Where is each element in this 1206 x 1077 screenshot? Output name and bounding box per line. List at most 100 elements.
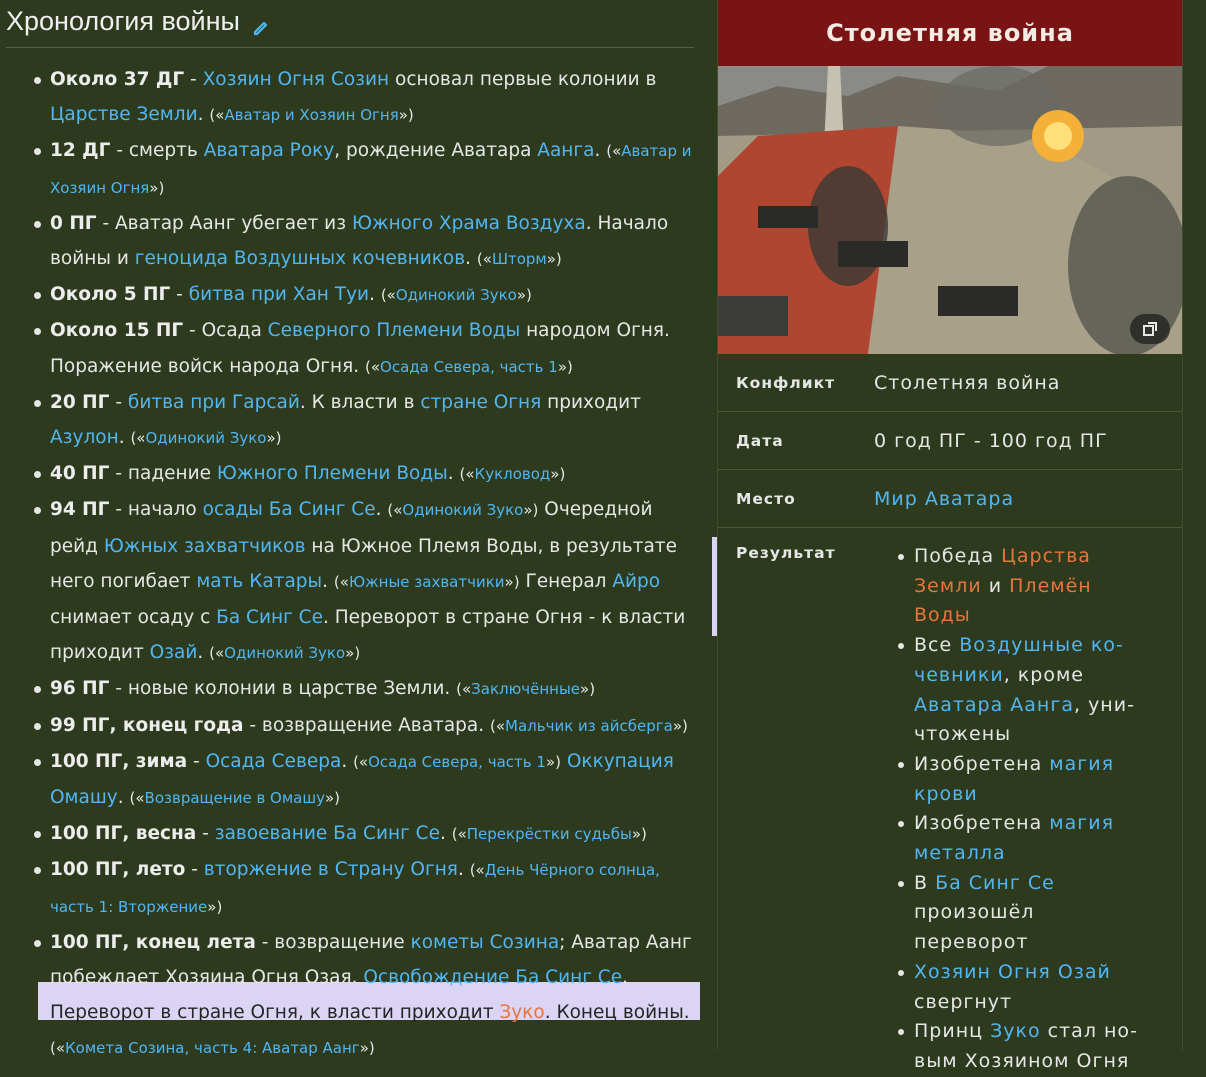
result-link[interactable]: Хозяин Огня Озай [914, 961, 1111, 983]
episode-link[interactable]: Кукловод [475, 465, 551, 483]
episode-link[interactable]: Шторм [492, 250, 547, 268]
timeline-item: 100 ПГ, лето - вторжение в Страну Огня. … [6, 852, 696, 924]
result-item: Принц Зуко стал но­вым Хозяином Огня [896, 1017, 1144, 1076]
article-link[interactable]: Азулон [50, 427, 119, 448]
timeline-date: Около 37 ДГ [50, 69, 185, 90]
timeline-text: - [109, 391, 128, 413]
article-link[interactable]: геноцида Воздушных кочевников [135, 248, 465, 269]
article-link[interactable]: вторжение в Страну Огня [204, 859, 458, 880]
article-link[interactable]: битва при Хан Туи [189, 284, 369, 305]
timeline-text: - возвращение Аватара. [243, 714, 491, 736]
episode-link[interactable]: Одинокий Зуко [145, 429, 266, 447]
timeline-text: . [197, 642, 210, 664]
timeline-item: 100 ПГ, конец лета - возвращение кометы … [6, 925, 696, 1067]
article-link[interactable]: Аанга [537, 140, 594, 161]
result-text: Изобретена [914, 812, 1050, 835]
expand-image-icon[interactable] [1130, 314, 1170, 344]
episode-link[interactable]: Перекрёстки судьбы [467, 825, 632, 843]
episode-link[interactable]: Мальчик из айсберга [505, 717, 673, 735]
timeline-date: Около 5 ПГ [50, 284, 171, 306]
episode-link[interactable]: Одинокий Зуко [402, 501, 523, 519]
episode-link[interactable]: Возвращение в Омашу [145, 789, 325, 807]
episode-link[interactable]: Заключённые [471, 680, 580, 698]
timeline-item: 100 ПГ, зима - Осада Севера. («Осада Сев… [6, 744, 696, 816]
result-link[interactable]: Аватара Аанга [914, 694, 1074, 716]
article-link[interactable]: Освобождение Ба Синг Се [363, 967, 622, 988]
article-link[interactable]: Озай [150, 642, 198, 663]
timeline-date: 40 ПГ [50, 463, 110, 485]
timeline-text: . [197, 104, 210, 126]
article-link[interactable]: Южных захватчиков [104, 536, 306, 557]
article-link[interactable]: Южного Храма Воздуха [352, 213, 586, 234]
episode-link[interactable]: Одинокий Зуко [224, 644, 345, 662]
timeline-date: 100 ПГ, зима [50, 750, 188, 772]
result-item: Победа Царства Земли и Племён Воды [896, 542, 1144, 631]
missing-article-link[interactable]: Зуко [499, 1002, 544, 1023]
timeline-date: 94 ПГ [50, 499, 110, 521]
article-link[interactable]: Царстве Земли [50, 104, 198, 125]
infobox-image[interactable] [718, 66, 1182, 354]
result-link[interactable]: Ба Синг Се [935, 872, 1055, 894]
timeline-date: 100 ПГ, лето [50, 859, 186, 881]
row-label: Результат [736, 544, 836, 562]
article-link[interactable]: Аватара Року [204, 140, 335, 161]
episode-reference: («Одинокий Зуко») [380, 286, 532, 305]
timeline-item: Около 37 ДГ - Хозяин Огня Созин основал … [6, 62, 696, 133]
timeline-text: - смерть [110, 140, 204, 162]
article-link[interactable]: Ба Синг Се [216, 607, 323, 628]
timeline-date: 99 ПГ, конец года [50, 714, 244, 736]
article-link[interactable]: Хозяин Огня Созин [203, 69, 390, 90]
episode-link[interactable]: Осада Севера, часть 1 [380, 358, 558, 376]
timeline-text: - [184, 69, 203, 90]
timeline-item: 100 ПГ, весна - завоевание Ба Синг Се. (… [6, 816, 696, 852]
article-link[interactable]: стране Огня [420, 392, 541, 413]
result-item: В Ба Синг Се произо­шёл переворот [896, 869, 1144, 958]
row-label: Место [736, 489, 796, 508]
episode-reference: («Южные захватчики») [333, 572, 520, 591]
timeline-text: снимает осаду с [50, 607, 217, 629]
article-link[interactable]: битва при Гарсай [128, 392, 300, 413]
timeline-text: основал первые колонии в [389, 69, 657, 90]
article-link[interactable]: Северного Племени Воды [268, 320, 521, 341]
article-link[interactable]: Айро [612, 571, 660, 592]
article-link[interactable]: кометы Созина [411, 932, 560, 953]
article-link[interactable]: мать Катары [196, 571, 322, 592]
timeline-text: - падение [109, 463, 217, 485]
timeline-item: Около 5 ПГ - битва при Хан Туи. («Одинок… [6, 277, 696, 313]
section-heading: Хронология войны [6, 0, 694, 48]
timeline-item: 12 ДГ - смерть Аватара Року, рождение Ав… [6, 133, 696, 205]
episode-link[interactable]: Осада Севера, часть 1 [368, 753, 546, 771]
main-content: Хронология войны Около 37 ДГ - Хозяин Ог… [6, 0, 700, 1057]
article-link[interactable]: Южного Племени Воды [217, 463, 448, 484]
episode-link[interactable]: Одинокий Зуко [396, 286, 517, 304]
result-item: Все Воздушные ко­чевники, кроме Аватара … [896, 631, 1144, 750]
episode-link[interactable]: Аватар и Хозяин Огня [224, 106, 398, 124]
timeline-item: 99 ПГ, конец года - возвращение Аватара.… [6, 708, 696, 744]
episode-reference: («Одинокий Зуко») [209, 644, 361, 663]
timeline-text: - [187, 750, 206, 772]
timeline-text: . [369, 284, 381, 306]
timeline-date: 100 ПГ, конец лета [50, 931, 256, 953]
timeline-item: 20 ПГ - битва при Гарсай. К власти в стр… [6, 385, 696, 456]
result-text: В [914, 871, 936, 894]
episode-reference: («Осада Севера, часть 1») [364, 357, 573, 376]
article-link[interactable]: осады Ба Синг Се [203, 499, 376, 520]
timeline-text: . [341, 750, 354, 772]
episode-reference: («Одинокий Зуко») [387, 501, 539, 520]
article-link[interactable]: Осада Севера [206, 751, 342, 772]
timeline-text: - [185, 859, 204, 881]
timeline-text: приходит [541, 391, 641, 413]
timeline-text: . [622, 967, 628, 989]
episode-reference: («Мальчик из айсберга») [490, 716, 688, 735]
result-list: Победа Царства Земли и Племён Воды Все Во… [896, 542, 1144, 1077]
pencil-icon[interactable] [252, 13, 270, 35]
place-link[interactable]: Мир Аватара [874, 488, 1014, 510]
timeline-text: . [447, 463, 460, 485]
result-link[interactable]: Зуко [990, 1020, 1041, 1042]
episode-link[interactable]: Южные захватчики [349, 573, 505, 591]
result-text: и [981, 574, 1010, 597]
timeline-date: 0 ПГ [50, 212, 97, 234]
article-link[interactable]: завоевание Ба Синг Се [215, 823, 440, 844]
episode-link[interactable]: Комета Созина, часть 4: Аватар Аанг [65, 1039, 360, 1057]
timeline-date: Около 15 ПГ [50, 320, 184, 342]
